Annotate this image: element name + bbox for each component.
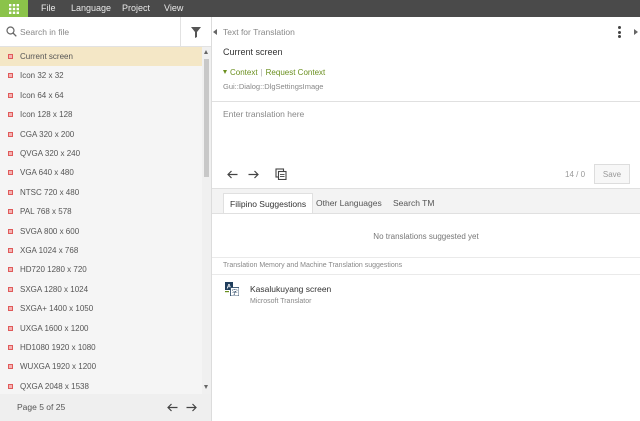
character-counter: 14 / 0 [565, 170, 586, 179]
more-options-icon[interactable] [617, 26, 623, 38]
untranslated-marker-icon [8, 325, 13, 331]
top-menu-bar: File Language Project View [0, 0, 640, 17]
list-item[interactable]: CGA 320 x 200 [0, 125, 202, 144]
copy-source-button[interactable] [273, 166, 289, 182]
collapse-right-icon[interactable] [634, 29, 638, 35]
list-item[interactable]: Icon 64 x 64 [0, 86, 202, 105]
separator: | [260, 68, 263, 77]
context-toggle[interactable]: Context [230, 68, 258, 77]
next-page-button[interactable] [184, 401, 198, 413]
source-heading: Text for Translation [223, 27, 295, 37]
arrow-right-icon [186, 403, 197, 411]
string-list: Current screen Icon 32 x 32 Icon 64 x 64… [0, 47, 202, 394]
list-item[interactable]: UXGA 1600 x 1200 [0, 319, 202, 338]
untranslated-marker-icon [8, 131, 13, 137]
arrow-left-icon [226, 170, 237, 178]
arrow-left-icon [166, 403, 177, 411]
search-input[interactable] [20, 24, 170, 40]
untranslated-marker-icon [8, 345, 13, 350]
scroll-down-icon[interactable] [204, 385, 208, 389]
list-item[interactable]: HD1080 1920 x 1080 [0, 338, 202, 357]
tab-filipino-suggestions[interactable]: Filipino Suggestions [223, 193, 314, 214]
next-string-button[interactable] [245, 166, 261, 182]
list-item[interactable]: HD720 1280 x 720 [0, 260, 202, 279]
suggestion-text[interactable]: Kasalukuyang screen [250, 284, 331, 294]
scrollbar-thumb[interactable] [204, 59, 209, 177]
search-icon [6, 26, 17, 37]
source-text: Current screen [223, 47, 283, 57]
list-item[interactable]: Icon 128 x 128 [0, 105, 202, 124]
list-item[interactable]: Icon 32 x 32 [0, 66, 202, 85]
menu-project[interactable]: Project [122, 0, 150, 17]
app-menu-button[interactable] [0, 0, 28, 17]
arrow-right-icon [248, 170, 259, 178]
search-bar [0, 17, 211, 47]
collapse-left-icon[interactable] [213, 29, 217, 35]
grid-icon [9, 3, 19, 14]
divider [212, 274, 640, 275]
filter-button[interactable] [180, 17, 211, 47]
list-item[interactable]: SXGA 1280 x 1024 [0, 280, 202, 299]
tab-other-languages[interactable]: Other Languages [310, 193, 388, 214]
tab-search-tm[interactable]: Search TM [387, 193, 440, 214]
context-links: Context | Request Context [223, 68, 325, 77]
translation-input[interactable] [212, 102, 640, 160]
untranslated-marker-icon [8, 151, 13, 156]
list-item[interactable]: SVGA 800 x 600 [0, 222, 202, 241]
untranslated-marker-icon [8, 364, 13, 370]
list-item[interactable]: QVGA 320 x 240 [0, 144, 202, 163]
pagination-bar: Page 5 of 25 [0, 394, 211, 421]
untranslated-marker-icon [8, 267, 13, 273]
previous-page-button[interactable] [165, 401, 179, 413]
untranslated-marker-icon [8, 54, 13, 59]
string-list-panel: Current screen Icon 32 x 32 Icon 64 x 64… [0, 17, 211, 421]
list-item[interactable]: VGA 640 x 480 [0, 163, 202, 182]
menu-view[interactable]: View [164, 0, 183, 17]
filter-icon [191, 26, 201, 38]
context-value: Gui::Dialog::DlgSettingsImage [223, 82, 324, 91]
untranslated-marker-icon [8, 248, 13, 253]
scroll-up-icon[interactable] [204, 50, 208, 54]
list-item[interactable]: Current screen [0, 47, 202, 67]
untranslated-marker-icon [8, 228, 13, 234]
untranslated-marker-icon [8, 73, 13, 79]
save-button[interactable]: Save [594, 164, 630, 184]
untranslated-marker-icon [8, 306, 13, 312]
machine-translation-icon: A 字 [225, 282, 239, 296]
copy-source-icon [275, 168, 287, 180]
tm-heading: Translation Memory and Machine Translati… [223, 262, 403, 269]
suggestion-source: Microsoft Translator [250, 298, 312, 305]
divider [212, 257, 640, 258]
caret-down-icon [223, 70, 227, 74]
translation-panel: Text for Translation Current screen Cont… [212, 17, 640, 421]
svg-text:字: 字 [232, 288, 238, 296]
untranslated-marker-icon [8, 92, 13, 98]
request-context-link[interactable]: Request Context [266, 68, 326, 77]
list-item[interactable]: QXGA 2048 x 1538 [0, 377, 202, 394]
page-indicator: Page 5 of 25 [17, 402, 66, 412]
list-item[interactable]: NTSC 720 x 480 [0, 183, 202, 202]
previous-string-button[interactable] [224, 166, 240, 182]
untranslated-marker-icon [8, 286, 13, 292]
untranslated-marker-icon [8, 170, 13, 176]
empty-suggestions-message: No translations suggested yet [373, 232, 479, 241]
untranslated-marker-icon [8, 209, 13, 215]
list-item[interactable]: SXGA+ 1400 x 1050 [0, 299, 202, 318]
menu-file[interactable]: File [41, 0, 56, 17]
list-scrollbar[interactable] [202, 47, 211, 394]
untranslated-marker-icon [8, 189, 13, 195]
menu-language[interactable]: Language [71, 0, 111, 17]
untranslated-marker-icon [8, 112, 13, 118]
list-item[interactable]: XGA 1024 x 768 [0, 241, 202, 260]
list-item[interactable]: PAL 768 x 578 [0, 202, 202, 221]
divider [212, 213, 640, 214]
list-item[interactable]: WUXGA 1920 x 1200 [0, 357, 202, 376]
untranslated-marker-icon [8, 383, 13, 389]
